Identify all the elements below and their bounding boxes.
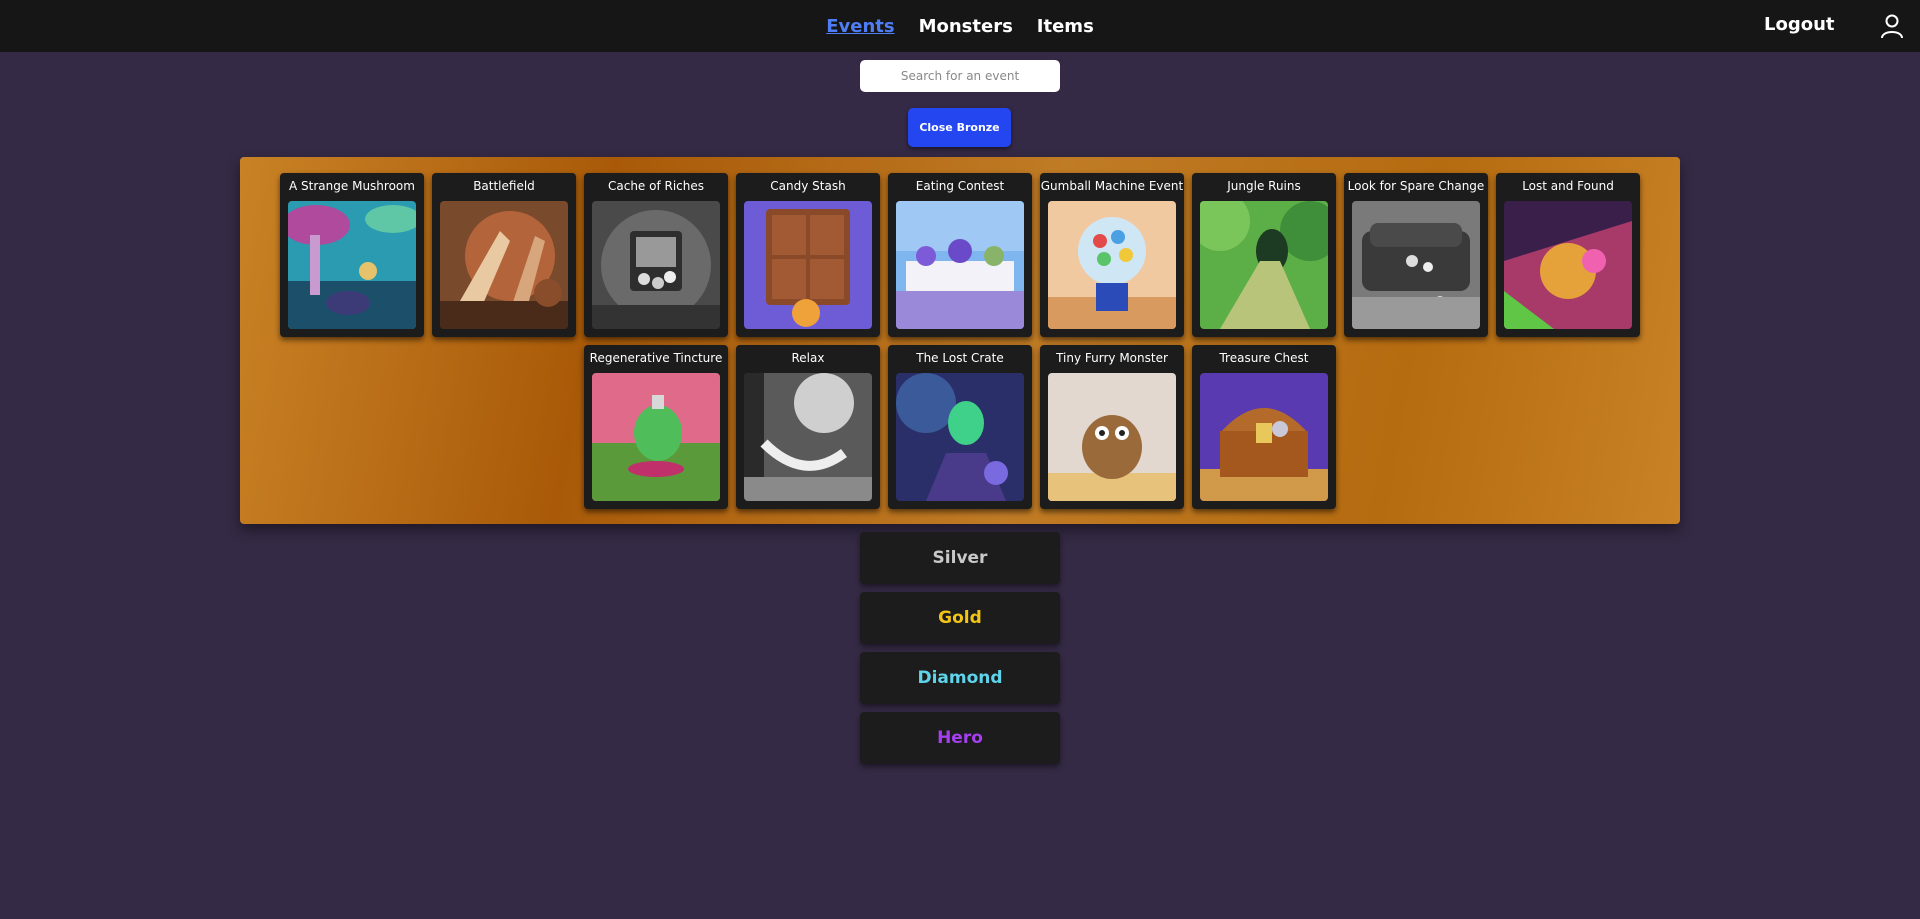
bronze-events-panel: A Strange Mushroom Battlefield Cache of … bbox=[240, 157, 1680, 524]
event-card[interactable]: Look for Spare Change bbox=[1344, 173, 1488, 337]
event-card-image bbox=[744, 373, 872, 501]
tier-hero-button[interactable]: Hero bbox=[860, 712, 1060, 764]
event-card-image bbox=[1200, 373, 1328, 501]
nav-link-monsters[interactable]: Monsters bbox=[919, 16, 1013, 37]
logout-button[interactable]: Logout bbox=[1764, 14, 1835, 35]
event-card-title: Eating Contest bbox=[915, 179, 1005, 193]
event-card[interactable]: Treasure Chest bbox=[1192, 345, 1336, 509]
event-card-image bbox=[1504, 201, 1632, 329]
event-card[interactable]: The Lost Crate bbox=[888, 345, 1032, 509]
event-card-image bbox=[896, 373, 1024, 501]
event-card[interactable]: Gumball Machine Event bbox=[1040, 173, 1184, 337]
event-card-image bbox=[288, 201, 416, 329]
user-icon[interactable] bbox=[1880, 13, 1904, 39]
event-card-title: Jungle Ruins bbox=[1227, 179, 1301, 193]
top-navbar: Events Monsters Items Logout bbox=[0, 0, 1920, 52]
nav-link-events[interactable]: Events bbox=[826, 16, 894, 37]
event-card-title: Treasure Chest bbox=[1219, 351, 1309, 365]
event-card-image bbox=[1048, 201, 1176, 329]
event-card[interactable]: Candy Stash bbox=[736, 173, 880, 337]
event-card[interactable]: A Strange Mushroom bbox=[280, 173, 424, 337]
event-card-title: Tiny Furry Monster bbox=[1056, 351, 1168, 365]
event-card[interactable]: Eating Contest bbox=[888, 173, 1032, 337]
event-card[interactable]: Battlefield bbox=[432, 173, 576, 337]
event-card-title: Gumball Machine Event bbox=[1040, 179, 1184, 193]
event-card-title: A Strange Mushroom bbox=[289, 179, 415, 193]
event-card-title: Look for Spare Change bbox=[1347, 179, 1485, 193]
nav-links: Events Monsters Items bbox=[0, 0, 1920, 52]
event-card-image bbox=[744, 201, 872, 329]
event-card-image bbox=[1048, 373, 1176, 501]
event-card[interactable]: Regenerative Tincture bbox=[584, 345, 728, 509]
event-card[interactable]: Tiny Furry Monster bbox=[1040, 345, 1184, 509]
event-card-title: Candy Stash bbox=[770, 179, 846, 193]
event-card-title: Cache of Riches bbox=[607, 179, 705, 193]
nav-link-items[interactable]: Items bbox=[1037, 16, 1094, 37]
event-card-title: The Lost Crate bbox=[916, 351, 1004, 365]
tier-diamond-button[interactable]: Diamond bbox=[860, 652, 1060, 704]
event-card-image bbox=[1200, 201, 1328, 329]
event-card-title: Regenerative Tincture bbox=[589, 351, 723, 365]
event-card-image bbox=[592, 373, 720, 501]
event-card-image bbox=[592, 201, 720, 329]
event-card-title: Relax bbox=[791, 351, 825, 365]
event-search-input[interactable] bbox=[860, 60, 1060, 92]
tier-silver-button[interactable]: Silver bbox=[860, 532, 1060, 584]
event-card-title: Lost and Found bbox=[1522, 179, 1614, 193]
event-card-image bbox=[896, 201, 1024, 329]
event-card-title: Battlefield bbox=[473, 179, 535, 193]
event-card[interactable]: Jungle Ruins bbox=[1192, 173, 1336, 337]
event-card[interactable]: Lost and Found bbox=[1496, 173, 1640, 337]
close-bronze-button[interactable]: Close Bronze bbox=[908, 108, 1011, 147]
tier-gold-button[interactable]: Gold bbox=[860, 592, 1060, 644]
event-card-image bbox=[1352, 201, 1480, 329]
event-card[interactable]: Relax bbox=[736, 345, 880, 509]
event-card-image bbox=[440, 201, 568, 329]
event-card[interactable]: Cache of Riches bbox=[584, 173, 728, 337]
